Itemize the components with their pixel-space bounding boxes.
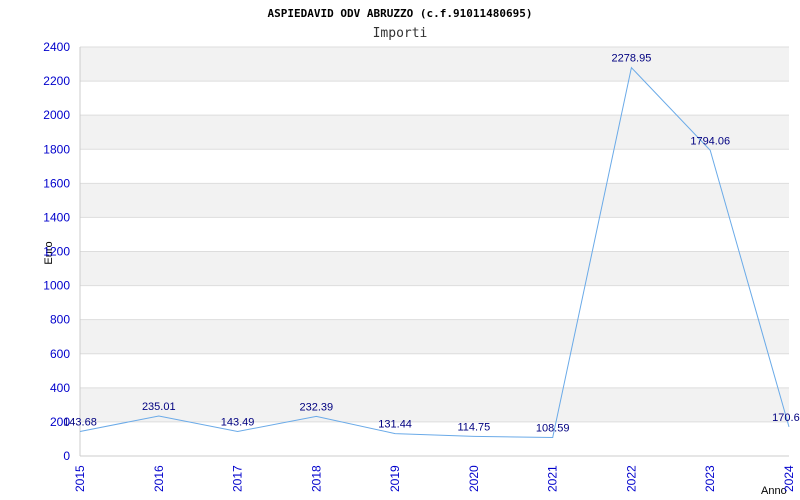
grid-band: [80, 387, 789, 422]
grid-band: [80, 353, 789, 388]
y-tick-labels: 0200400600800100012001400160018002000220…: [43, 40, 70, 463]
x-tick-label: 2015: [73, 465, 87, 492]
data-label: 108.59: [536, 422, 570, 434]
chart-title: ASPIEDAVID ODV ABRUZZO (c.f.91011480695): [268, 7, 533, 20]
y-tick-label: 2200: [43, 74, 70, 88]
x-tick-label: 2017: [231, 465, 245, 492]
grid-band: [80, 319, 789, 354]
data-label: 170.63: [772, 412, 800, 424]
x-tick-label: 2019: [388, 465, 402, 492]
x-tick-label: 2016: [152, 465, 166, 492]
data-label: 131.44: [378, 419, 412, 431]
x-tick-label: 2023: [703, 465, 717, 492]
x-tick-labels: 2015 2016 2017 2018 2019 2020 2021 2022 2023 2024: [73, 465, 796, 492]
x-tick-label: 2018: [309, 465, 323, 492]
data-label: 143.68: [63, 417, 97, 429]
y-tick-label: 1400: [43, 210, 70, 224]
data-label: 2278.95: [612, 53, 652, 65]
x-tick-label: 2020: [467, 465, 481, 492]
grid-band: [80, 251, 789, 286]
grid-band: [80, 217, 789, 252]
data-label: 232.39: [300, 401, 334, 413]
y-tick-label: 400: [50, 381, 70, 395]
data-label: 114.75: [457, 421, 490, 433]
y-tick-label: 1200: [43, 245, 70, 259]
y-tick-label: 800: [50, 313, 70, 327]
line-chart: ASPIEDAVID ODV ABRUZZO (c.f.91011480695)…: [43, 7, 800, 497]
grid-band: [80, 115, 789, 150]
data-label: 1794.06: [690, 135, 730, 147]
y-tick-label: 2000: [43, 108, 70, 122]
y-tick-label: 2400: [43, 40, 70, 54]
data-label: 143.49: [221, 417, 255, 429]
y-tick-label: 1000: [43, 279, 70, 293]
grid-band: [80, 421, 789, 456]
data-label: 235.01: [142, 401, 176, 413]
grid-band: [80, 81, 789, 116]
y-tick-label: 1800: [43, 142, 70, 156]
y-tick-label: 0: [63, 449, 70, 463]
x-tick-label: 2022: [624, 465, 638, 492]
grid-band: [80, 183, 789, 218]
y-tick-label: 600: [50, 347, 70, 361]
chart-subtitle: Importi: [373, 26, 428, 41]
grid-band: [80, 149, 789, 184]
x-tick-label: 2024: [782, 465, 796, 492]
grid-band: [80, 285, 789, 320]
grid-band: [80, 47, 789, 82]
x-tick-label: 2021: [546, 465, 560, 492]
y-tick-label: 1600: [43, 176, 70, 190]
